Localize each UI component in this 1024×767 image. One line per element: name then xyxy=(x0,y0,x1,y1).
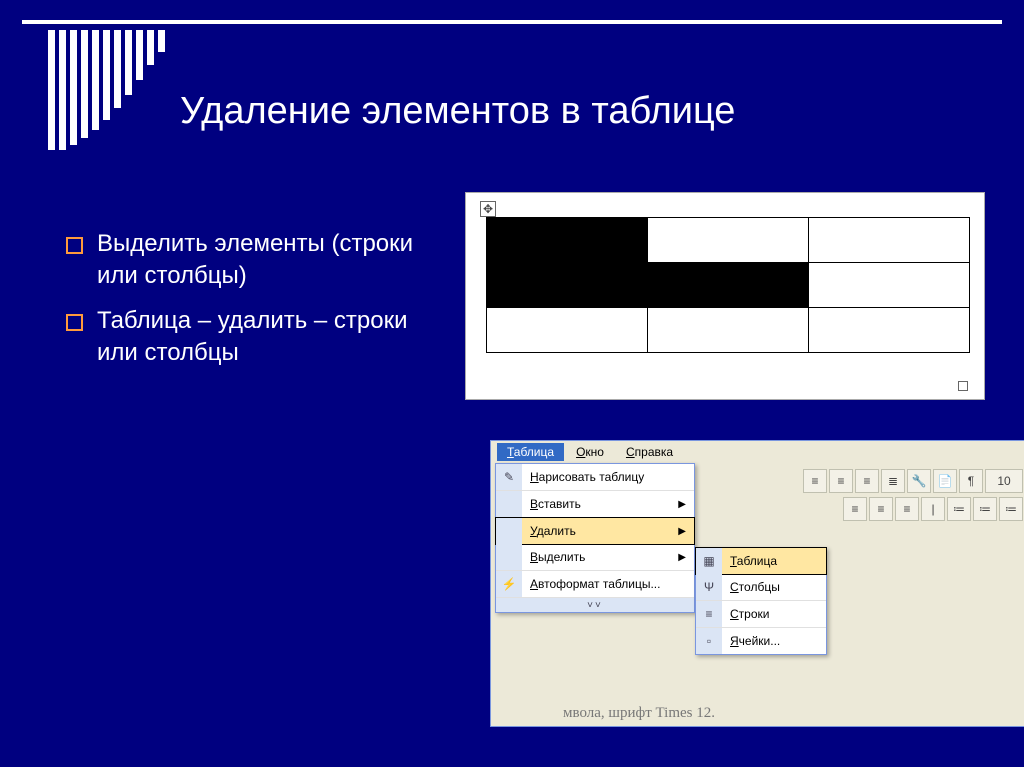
menubar-item[interactable]: Окно xyxy=(566,443,614,461)
toolbar-button[interactable]: ≡ xyxy=(829,469,853,493)
toolbar-button[interactable]: ≡ xyxy=(855,469,879,493)
dropdown-item[interactable]: Вставить▶ xyxy=(496,491,694,518)
toolbar-button[interactable]: ≔ xyxy=(947,497,971,521)
menu-item-icon: ⚡ xyxy=(496,571,522,597)
menubar: ТаблицаОкноСправка xyxy=(491,441,1024,463)
dropdown-item[interactable]: ✎ Нарисовать таблицу xyxy=(496,464,694,491)
dropdown-item[interactable]: Удалить▶ xyxy=(495,517,695,545)
table-cell xyxy=(648,308,809,353)
submenu-item[interactable]: ▦ Таблица xyxy=(695,547,827,575)
submenu-item[interactable]: ▫ Ячейки... xyxy=(696,628,826,654)
menu-item-label: Нарисовать таблицу xyxy=(530,470,686,484)
menubar-item[interactable]: Таблица xyxy=(497,443,564,461)
submenu-item[interactable]: ≡ Строки xyxy=(696,601,826,628)
list-item: Таблица – удалить – строки или столбцы xyxy=(66,305,436,370)
menu-item-icon: ✎ xyxy=(496,464,522,490)
toolbar-button[interactable]: 📄 xyxy=(933,469,957,493)
menu-item-icon xyxy=(496,491,522,517)
toolbar-button[interactable]: ≔ xyxy=(999,497,1023,521)
slide-title: Удаление элементов в таблице xyxy=(180,90,964,133)
table-selection-illustration: ✥ xyxy=(465,192,985,400)
bullet-square-icon xyxy=(66,237,83,254)
submenu-item-icon: Ψ xyxy=(696,574,722,600)
slide: Удаление элементов в таблице Выделить эл… xyxy=(0,0,1024,767)
toolbar-button[interactable]: ≣ xyxy=(881,469,905,493)
submenu-item-label: Таблица xyxy=(730,554,777,568)
menubar-item[interactable]: Справка xyxy=(616,443,683,461)
header-divider xyxy=(22,20,1002,24)
table-resize-handle-icon[interactable] xyxy=(958,381,968,391)
delete-submenu: ▦ Таблица Ψ Столбцы ≡ Строки ▫ Ячейки... xyxy=(695,547,827,655)
submenu-item-label: Строки xyxy=(730,607,769,621)
table-cell xyxy=(648,218,809,263)
demo-table xyxy=(486,217,970,353)
decorative-bars xyxy=(48,30,165,150)
menu-item-icon xyxy=(496,544,522,570)
table-cell xyxy=(809,308,970,353)
submenu-item-label: Столбцы xyxy=(730,580,780,594)
status-fragment: мвола, шрифт Times 12. xyxy=(563,705,715,722)
toolbar-button[interactable]: ≡ xyxy=(843,497,867,521)
menu-item-label: Автоформат таблицы... xyxy=(530,577,686,591)
bullet-square-icon xyxy=(66,314,83,331)
submenu-item[interactable]: Ψ Столбцы xyxy=(696,574,826,601)
dropdown-item[interactable]: ⚡ Автоформат таблицы... xyxy=(496,571,694,598)
bullet-text: Таблица – удалить – строки или столбцы xyxy=(97,305,436,370)
toolbar-button[interactable]: ¶ xyxy=(959,469,983,493)
bullet-list: Выделить элементы (строки или столбцы) Т… xyxy=(66,228,436,382)
submenu-item-icon: ▫ xyxy=(696,628,722,654)
toolbar-button[interactable]: ≡ xyxy=(803,469,827,493)
menu-item-icon xyxy=(496,518,522,544)
table-cell xyxy=(809,263,970,308)
toolbar-button[interactable]: | xyxy=(921,497,945,521)
toolbar-button[interactable]: ≡ xyxy=(895,497,919,521)
menu-item-label: Выделить xyxy=(530,550,678,564)
table-dropdown-menu: ✎Нарисовать таблицуВставить▶Удалить▶Выде… xyxy=(495,463,695,613)
toolbar-button[interactable]: ≡ xyxy=(869,497,893,521)
expand-menu-icon[interactable]: ˅˅ xyxy=(496,598,694,612)
submenu-item-icon: ▦ xyxy=(696,548,722,574)
toolbar-row-1: ≡≡≡≣🔧📄¶10 xyxy=(803,469,1023,493)
table-cell xyxy=(487,308,648,353)
table-cell xyxy=(648,263,809,308)
submenu-arrow-icon: ▶ xyxy=(678,526,686,537)
word-menu-screenshot: ТаблицаОкноСправка ≡≡≡≣🔧📄¶10 ≡≡≡|≔≔≔ ✎На… xyxy=(490,440,1024,727)
submenu-item-label: Ячейки... xyxy=(730,634,780,648)
list-item: Выделить элементы (строки или столбцы) xyxy=(66,228,436,293)
submenu-item-icon: ≡ xyxy=(696,601,722,627)
dropdown-item[interactable]: Выделить▶ xyxy=(496,544,694,571)
toolbar-button[interactable]: 10 xyxy=(985,469,1023,493)
table-move-handle-icon[interactable]: ✥ xyxy=(480,201,496,217)
toolbar-button[interactable]: 🔧 xyxy=(907,469,931,493)
submenu-arrow-icon: ▶ xyxy=(678,552,686,563)
menu-item-label: Вставить xyxy=(530,497,678,511)
toolbar-row-2: ≡≡≡|≔≔≔ xyxy=(843,497,1023,521)
toolbar-button[interactable]: ≔ xyxy=(973,497,997,521)
submenu-arrow-icon: ▶ xyxy=(678,499,686,510)
table-cell xyxy=(487,218,648,263)
table-cell xyxy=(809,218,970,263)
table-cell xyxy=(487,263,648,308)
menu-item-label: Удалить xyxy=(530,524,678,538)
bullet-text: Выделить элементы (строки или столбцы) xyxy=(97,228,436,293)
